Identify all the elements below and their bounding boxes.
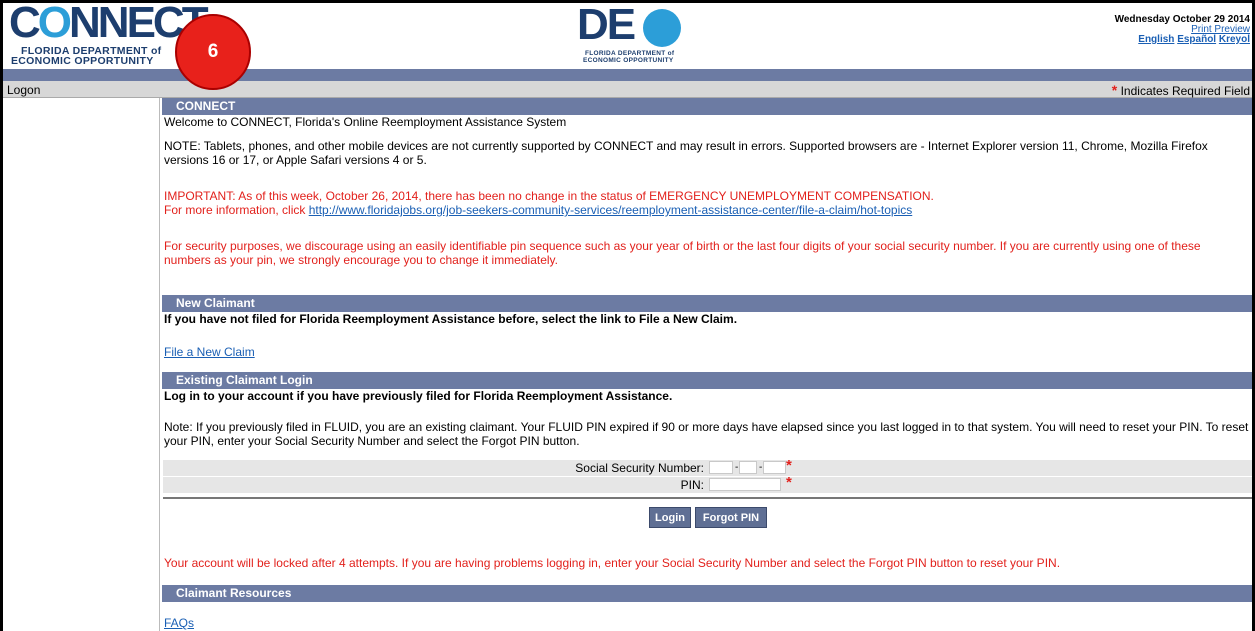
- deo-logo-globe-icon: [643, 9, 681, 47]
- left-sidebar: [3, 98, 160, 631]
- existing-claimant-instruction: Log in to your account if you have previ…: [164, 389, 673, 403]
- required-star: *: [1111, 82, 1118, 98]
- ssn-separator-2: -: [759, 462, 763, 473]
- required-field-legend: * Indicates Required Field: [1112, 82, 1250, 98]
- new-claimant-section-header: New Claimant: [162, 295, 1252, 312]
- pin-input[interactable]: [709, 478, 781, 491]
- step-badge: 6: [175, 14, 251, 90]
- fluid-pin-note: Note: If you previously filed in FLUID, …: [164, 420, 1249, 448]
- new-claimant-instruction: If you have not filed for Florida Reempl…: [164, 312, 738, 326]
- logon-bar: Logon * Indicates Required Field: [3, 81, 1252, 98]
- header-utility-area: Wednesday October 29 2014 Print Preview …: [1115, 15, 1250, 45]
- device-support-note: NOTE: Tablets, phones, and other mobile …: [164, 139, 1208, 167]
- faq-link-wrap: FAQs: [164, 616, 1249, 630]
- claimant-resources-section-header: Claimant Resources: [162, 585, 1252, 602]
- ssn-part-3-input[interactable]: [763, 461, 786, 474]
- lockout-warning: Your account will be locked after 4 atte…: [164, 556, 1061, 570]
- deo-logo-subtitle-2: ECONOMIC OPPORTUNITY: [583, 57, 674, 64]
- language-espanol-link[interactable]: Español: [1177, 34, 1216, 45]
- language-links: English Español Kreyol: [1115, 35, 1250, 45]
- connect-section-header: CONNECT: [162, 98, 1252, 115]
- ssn-separator-1: -: [735, 462, 739, 473]
- login-button[interactable]: Login: [649, 507, 691, 528]
- ssn-required-star: *: [786, 457, 792, 474]
- file-new-claim-link-wrap: File a New Claim: [164, 345, 1249, 359]
- existing-claimant-section-header: Existing Claimant Login: [162, 372, 1252, 389]
- ssn-label: Social Security Number:: [575, 461, 704, 475]
- welcome-text: Welcome to CONNECT, Florida's Online Ree…: [164, 115, 567, 129]
- form-divider: [163, 497, 1252, 499]
- important-notice-line: IMPORTANT: As of this week, October 26, …: [164, 189, 934, 203]
- deo-logo: DE FLORIDA DEPARTMENT of ECONOMIC OPPORT…: [575, 3, 687, 65]
- ssn-row: Social Security Number: - - *: [163, 457, 1252, 476]
- page-frame: CONNECT FLORIDA DEPARTMENT of ECONOMIC O…: [3, 3, 1252, 631]
- faqs-link[interactable]: FAQs: [164, 616, 194, 630]
- connect-logo-subtitle-2: ECONOMIC OPPORTUNITY: [11, 55, 154, 67]
- ssn-part-1-input[interactable]: [709, 461, 733, 474]
- connect-logo[interactable]: CONNECT FLORIDA DEPARTMENT of ECONOMIC O…: [3, 3, 209, 67]
- more-info-prefix: For more information, click: [164, 203, 309, 217]
- pin-required-star: *: [786, 474, 792, 491]
- language-kreyol-link[interactable]: Kreyol: [1219, 34, 1250, 45]
- hot-topics-link[interactable]: http://www.floridajobs.org/job-seekers-c…: [309, 203, 913, 217]
- pin-label: PIN:: [680, 478, 704, 492]
- deo-logo-subtitle-1: FLORIDA DEPARTMENT of: [585, 50, 675, 57]
- deo-logo-wordmark: DE: [577, 3, 636, 49]
- breadcrumb: Logon: [7, 83, 41, 97]
- file-new-claim-link[interactable]: File a New Claim: [164, 345, 255, 359]
- forgot-pin-button[interactable]: Forgot PIN: [695, 507, 767, 528]
- security-notice: For security purposes, we discourage usi…: [164, 239, 1201, 267]
- important-notice-more-info: For more information, click http://www.f…: [164, 203, 1249, 217]
- pin-row: PIN: *: [163, 474, 1252, 493]
- language-english-link[interactable]: English: [1138, 34, 1174, 45]
- important-notice: IMPORTANT: As of this week, October 26, …: [164, 189, 1249, 217]
- ssn-part-2-input[interactable]: [739, 461, 757, 474]
- page-header: CONNECT FLORIDA DEPARTMENT of ECONOMIC O…: [3, 3, 1252, 90]
- required-field-text: Indicates Required Field: [1120, 84, 1250, 98]
